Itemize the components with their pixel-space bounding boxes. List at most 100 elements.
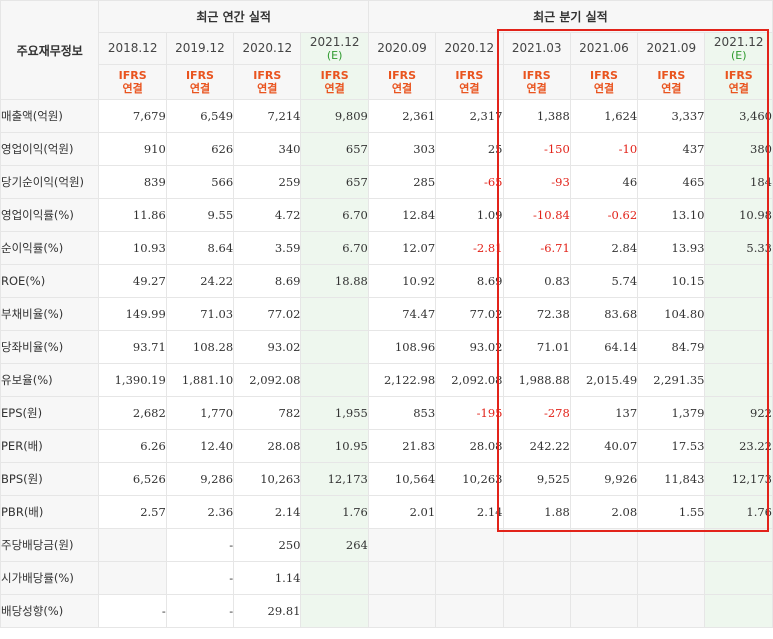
row-label: PBR(배) [0,495,100,529]
value-cell: 93.02 [435,330,504,364]
period-label: 2021.12 [713,34,764,49]
value-cell: 264 [300,528,369,562]
value-cell [704,594,773,628]
value-cell: 1,955 [300,396,369,430]
table-row: PBR(배) 2.57 2.36 2.14 1.76 2.01 2.14 1.88 2.08 1.… [0,495,773,529]
value-cell [367,528,437,562]
ifrs-text: IFRS [657,69,686,82]
ifrs-consolidated-label: IFRS 연결 [367,64,437,100]
value-cell [704,363,773,397]
value-cell: - [165,561,235,595]
value-cell: 8.69 [435,264,504,298]
value-cell: 465 [637,165,706,199]
value-cell: 108.28 [165,330,235,364]
value-cell [300,561,369,595]
value-cell: 2.84 [569,231,639,265]
value-cell: 25 [435,132,504,166]
table-body: 매출액(억원) 7,679 6,549 7,214 9,809 2,361 2,317 1,3… [0,99,773,628]
ifrs-text: IFRS [589,69,618,82]
row-label: PER(배) [0,429,100,463]
value-cell: 10.92 [367,264,437,298]
value-cell: 9,286 [165,462,235,496]
value-cell: 9,809 [300,99,369,133]
value-cell: -2.81 [435,231,504,265]
value-cell [637,594,706,628]
value-cell: 2.36 [165,495,235,529]
value-cell: 1.76 [300,495,369,529]
value-cell: 12.40 [165,429,235,463]
value-cell: 2,361 [367,99,437,133]
value-cell: 2,092.08 [233,363,302,397]
value-cell: 7,679 [98,99,167,133]
value-cell: 2.57 [98,495,167,529]
estimate-mark: (E) [730,48,747,62]
corner-label: 주요재무정보 [0,0,100,100]
quarterly-results-header: 최근 분기 실적 [367,0,773,33]
value-cell: 12.84 [367,198,437,232]
table-row: PER(배) 6.26 12.40 28.08 10.95 21.83 28.08 242.2… [0,429,773,463]
ifrs-consolidated-label: IFRS 연결 [98,64,167,100]
row-label: 유보율(%) [0,363,100,397]
period-label: 2020.12 [444,41,495,55]
value-cell: 12,173 [300,462,369,496]
value-cell [637,561,706,595]
value-cell: 93.02 [233,330,302,364]
value-cell: 23.22 [704,429,773,463]
value-cell: 1,881.10 [165,363,235,397]
value-cell: 77.02 [435,297,504,331]
period-header: 2021.12 (E) [300,32,369,65]
period-label: 2018.12 [107,41,158,55]
row-label: ROE(%) [0,264,100,298]
value-cell: 4.72 [233,198,302,232]
table-row: 부채비율(%) 149.99 71.03 77.02 74.47 77.02 72.38 83… [0,297,773,331]
row-label: 부채비율(%) [0,297,100,331]
consolidated-text: 연결 [526,82,547,95]
value-cell: 8.69 [233,264,302,298]
value-cell: 1,988.88 [502,363,571,397]
period-label: 2021.06 [579,41,629,55]
value-cell [98,561,167,595]
value-cell: 64.14 [569,330,639,364]
ifrs-consolidated-label: IFRS 연결 [704,64,773,100]
value-cell: 83.68 [569,297,639,331]
value-cell [704,330,773,364]
consolidated-text: 연결 [728,82,749,95]
value-cell [435,594,504,628]
period-header: 2021.09 [637,32,706,65]
value-cell: 0.83 [502,264,571,298]
table-row: 배당성향(%) - -29.81 [0,594,773,628]
value-cell: 9,926 [569,462,639,496]
value-cell: 77.02 [233,297,302,331]
value-cell: 71.03 [165,297,235,331]
value-cell: 21.83 [367,429,437,463]
value-cell: 2.01 [367,495,437,529]
ifrs-text: IFRS [455,69,484,82]
ifrs-consolidated-label: IFRS 연결 [637,64,706,100]
value-cell [367,594,437,628]
ifrs-consolidated-label: IFRS 연결 [300,64,369,100]
value-cell: 10,263 [233,462,302,496]
ifrs-consolidated-label: IFRS 연결 [165,64,235,100]
value-cell: 11,843 [637,462,706,496]
ifrs-text: IFRS [185,69,214,82]
value-cell [300,297,369,331]
value-cell: 17.53 [637,429,706,463]
value-cell: 6,526 [98,462,167,496]
period-header: 2020.12 [435,32,504,65]
value-cell: 1.14 [233,561,302,595]
value-cell: 2,291.35 [637,363,706,397]
ifrs-text: IFRS [724,69,753,82]
ifrs-text: IFRS [320,69,349,82]
value-cell: 657 [300,165,369,199]
value-cell: 3.59 [233,231,302,265]
value-cell: -6.71 [502,231,571,265]
value-cell: - [98,594,167,628]
value-cell: 839 [98,165,167,199]
table-row: BPS(원) 6,526 9,286 10,263 12,173 10,564 10,263… [0,462,773,496]
value-cell: 10,263 [435,462,504,496]
value-cell: - [165,594,235,628]
value-cell: 2.14 [233,495,302,529]
value-cell: -10 [569,132,639,166]
value-cell [637,528,706,562]
value-cell: 1.55 [637,495,706,529]
